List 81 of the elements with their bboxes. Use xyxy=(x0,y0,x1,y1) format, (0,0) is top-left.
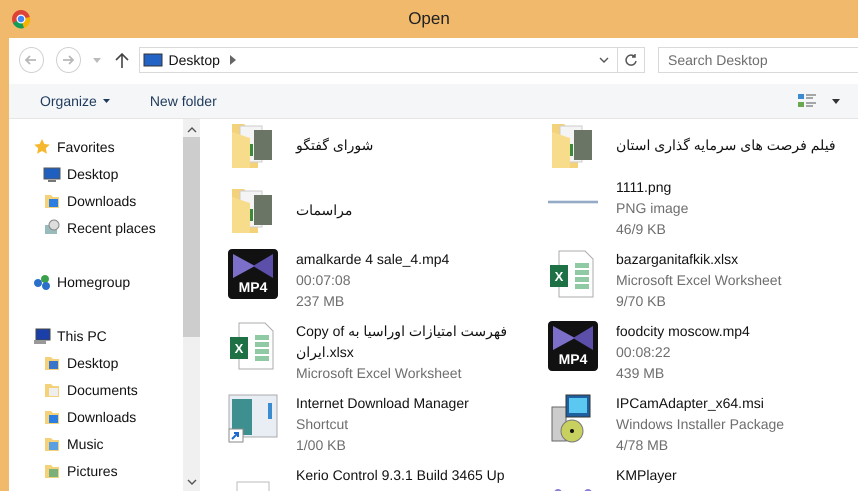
sidebar-item[interactable]: Documents xyxy=(33,376,183,403)
recent-places-icon xyxy=(43,218,61,236)
file-detail: 9/70 KB xyxy=(616,292,667,311)
file-tile[interactable]: 1111.png PNG image 46/9 KB xyxy=(548,177,858,243)
caret-icon xyxy=(102,99,110,103)
file-tile[interactable]: MP4 amalkarde 4 sale_4.mp4 00:07:08 237 MB xyxy=(228,249,548,315)
sidebar-item[interactable]: Desktop xyxy=(33,160,183,187)
sidebar-item[interactable]: Recent places xyxy=(33,214,183,241)
new-folder-button[interactable]: New folder xyxy=(140,89,226,113)
address-bar[interactable]: Desktop xyxy=(138,47,646,73)
file-tile[interactable]: IPCamAdapter_x64.msi Windows Installer Package 4/78 MB xyxy=(548,393,858,459)
up-arrow-icon[interactable] xyxy=(114,52,129,68)
star-icon xyxy=(33,138,51,156)
dropdown-chevron-icon[interactable] xyxy=(599,57,610,63)
file-detail: Microsoft Excel Worksheet xyxy=(616,271,782,290)
file-detail: 00:08:22 xyxy=(616,343,672,362)
window-title: Open xyxy=(408,9,450,29)
search-field[interactable]: Search Desktop xyxy=(658,47,858,73)
file-tile[interactable]: MP4 foodcity moscow.mp4 00:08:22 439 MB xyxy=(548,321,858,387)
file-name: amalkarde 4 sale_4.mp4 xyxy=(296,250,450,269)
forward-arrow-icon xyxy=(61,53,76,67)
file-detail: Microsoft Excel Worksheet xyxy=(296,364,462,383)
file-detail: 00:07:08 xyxy=(296,271,352,290)
breadcrumb-arrow-icon xyxy=(230,55,236,65)
file-detail: 439 MB xyxy=(616,364,666,383)
file-detail: 237 MB xyxy=(296,292,346,311)
sidebar-item[interactable]: Downloads xyxy=(33,187,183,214)
sidebar-item[interactable]: Music xyxy=(33,430,183,457)
file-tile[interactable]: Kerio Control 9.3.1 Build 3465 Up xyxy=(228,465,548,491)
sidebar-item[interactable]: Homegroup xyxy=(33,268,183,295)
homegroup-icon xyxy=(33,272,51,290)
sidebar-item[interactable]: This PC xyxy=(33,322,183,349)
file-detail: PNG image xyxy=(616,199,690,218)
file-detail: 46/9 KB xyxy=(616,220,667,239)
mp4-label: MP4 xyxy=(238,279,268,295)
address-location: Desktop xyxy=(168,52,220,68)
x-label: X xyxy=(550,265,568,287)
file-name: KMPlayer xyxy=(616,466,678,485)
scroll-down-icon[interactable] xyxy=(186,479,196,485)
sidebar-item[interactable]: Pictures xyxy=(33,457,183,484)
monitor-icon xyxy=(142,52,163,68)
file-tile[interactable]: KMPlayer xyxy=(548,465,858,491)
file-tile[interactable]: X bazarganitafkik.xlsx Microsoft Excel Worksheet 9/70 KB xyxy=(548,249,858,315)
file-tile[interactable]: شورای گفتگو xyxy=(228,119,548,171)
file-name: Kerio Control 9.3.1 Build 3465 Up xyxy=(296,466,506,485)
view-caret-icon[interactable] xyxy=(832,98,840,104)
scrollbar-thumb[interactable] xyxy=(183,137,200,337)
file-name: شورای گفتگو xyxy=(296,136,374,156)
file-name: Internet Download Manager xyxy=(296,394,470,413)
sidebar-item[interactable]: Favorites xyxy=(33,133,183,160)
back-arrow-icon xyxy=(24,53,38,67)
play-triangles-icon xyxy=(551,324,595,350)
shortcut-icon xyxy=(228,393,278,443)
refresh-icon xyxy=(624,53,638,67)
file-name: مراسمات xyxy=(296,200,354,220)
file-detail: 4/78 MB xyxy=(616,436,670,455)
sidebar-item[interactable]: Downloads xyxy=(33,403,183,430)
file-name: فیلم فرصت های سرمایه گذاری استان xyxy=(616,136,837,156)
file-tile[interactable]: فیلم فرصت های سرمایه گذاری استان xyxy=(548,119,858,171)
image-thumbnail xyxy=(548,198,598,206)
file-detail: 1/00 KB xyxy=(296,436,347,455)
x-label: X xyxy=(230,337,248,359)
file-tile[interactable]: Internet Download Manager Shortcut 1/00 KB xyxy=(228,393,548,459)
file-name: 1111.png xyxy=(616,178,672,197)
file-tile[interactable]: مراسمات xyxy=(228,177,548,243)
scrollbar[interactable] xyxy=(183,119,200,491)
file-name: bazarganitafkik.xlsx xyxy=(616,250,740,269)
file-name: Copy of فهرست امتیازات اوراسیا به ایران.xlsx xyxy=(296,322,508,362)
browser-logo-icon xyxy=(11,9,31,29)
file-detail: Windows Installer Package xyxy=(616,415,786,434)
view-options-icon[interactable] xyxy=(798,93,818,109)
monitor-icon xyxy=(43,164,61,182)
play-triangles-icon xyxy=(231,252,275,278)
organize-button[interactable]: Organize xyxy=(31,89,119,113)
sidebar-item[interactable]: Desktop xyxy=(33,349,183,376)
computer-icon xyxy=(33,326,51,344)
mp4-label: MP4 xyxy=(558,351,588,367)
file-name: foodcity moscow.mp4 xyxy=(616,322,751,341)
scroll-up-icon[interactable] xyxy=(186,127,196,133)
file-name: IPCamAdapter_x64.msi xyxy=(616,394,765,413)
file-detail: Shortcut xyxy=(296,415,350,434)
